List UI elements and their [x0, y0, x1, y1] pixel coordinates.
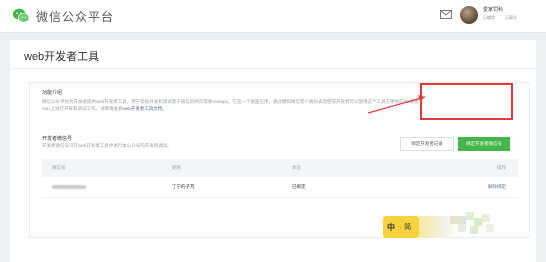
ime-toolbar[interactable]: 中 ·, 简 — [383, 216, 419, 238]
ime-mode-indicator[interactable]: 中 — [387, 222, 395, 233]
developer-table: 微信号 昵称 状态 操作 丁宁的子芃 已绑定 解除绑定 — [42, 159, 518, 198]
page-title: web开发者工具 — [24, 51, 100, 63]
brand-title[interactable]: 微信公众平台 — [36, 8, 114, 25]
bind-history-button[interactable]: 绑定开发者记录 — [400, 137, 454, 151]
col-header-action: 操作 — [497, 165, 506, 170]
ime-simplified-indicator[interactable]: 简 — [404, 222, 411, 232]
account-status: 已绑定 — [483, 15, 495, 20]
account-type: 订阅号 — [505, 15, 517, 20]
intro-text-line-2: Mac上进行开发和调试工作。详情请查看web开发者工具文档。 — [42, 106, 167, 112]
account-name[interactable]: 爱家罚科 — [483, 6, 503, 13]
account-avatar[interactable] — [460, 6, 478, 24]
developer-section-desc: 开发者微信号可在web开发者工具中进行本公众号的开发和调试。 — [42, 143, 172, 148]
table-row: 丁宁的子芃 已绑定 解除绑定 — [42, 177, 518, 198]
mail-icon[interactable] — [440, 10, 452, 19]
cell-wechat-id — [42, 185, 172, 190]
col-header-wechat-id: 微信号 — [52, 165, 66, 170]
intro-text-line-1: 微信公众平台为开发者提供web开发者工具，用于帮助开发和调试基于微信的网页或者w… — [42, 99, 419, 104]
title-divider — [10, 68, 536, 69]
docs-link[interactable]: web开发者工具文档。 — [123, 106, 167, 111]
developer-section-title: 开发者微信号 — [42, 136, 73, 142]
highlight-box-annotation — [420, 83, 513, 120]
top-bar: 微信公众平台 爱家罚科 已绑定 订阅号 — [0, 0, 546, 33]
cell-status: 已绑定 — [292, 184, 306, 189]
blurred-wechat-id — [52, 185, 86, 190]
unbind-link[interactable]: 解除绑定 — [422, 184, 518, 190]
intro-text-line-2-text: Mac上进行开发和调试工作。详情请查看 — [42, 106, 123, 111]
col-header-status: 状态 — [292, 165, 301, 170]
ime-punctuation-indicator[interactable]: ·, — [398, 224, 401, 230]
ime-toolbar-extension — [419, 216, 459, 238]
bind-developer-button[interactable]: 绑定开发者微信号 — [458, 137, 510, 151]
cell-nickname: 丁宁的子芃 — [172, 184, 195, 189]
col-header-nickname: 昵称 — [172, 165, 181, 170]
table-header: 微信号 昵称 状态 操作 — [42, 159, 518, 177]
wechat-logo-icon[interactable] — [12, 7, 30, 25]
intro-title: 功能介绍 — [42, 90, 63, 96]
